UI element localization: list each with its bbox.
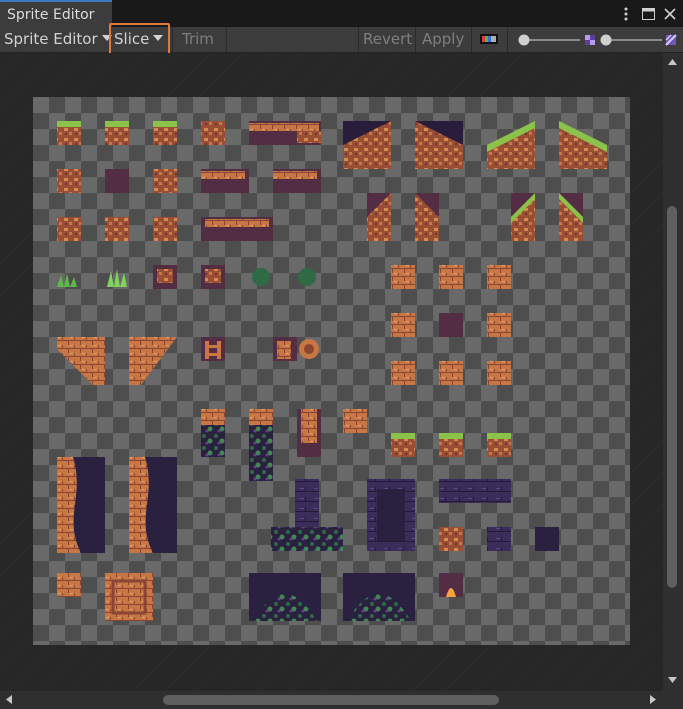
vertical-scrollbar[interactable]	[663, 53, 683, 691]
sprite-editor-toolbar: Sprite Editor Slice Trim Revert Apply	[0, 27, 683, 53]
window-controls	[618, 0, 683, 27]
zoom-slider[interactable]	[514, 30, 679, 50]
tab-sprite-editor[interactable]: Sprite Editor	[0, 0, 112, 27]
mode-dropdown-label: Sprite Editor	[4, 30, 98, 48]
trim-button-label: Trim	[182, 30, 214, 48]
grass-sprites	[57, 269, 127, 287]
horizontal-scrollbar[interactable]	[0, 691, 663, 709]
vertical-scroll-thumb[interactable]	[667, 206, 677, 588]
kebab-menu-icon[interactable]	[618, 6, 634, 22]
toolbar-divider	[507, 27, 508, 52]
revert-button-label: Revert	[363, 30, 413, 48]
revert-button[interactable]: Revert	[363, 27, 412, 52]
scrollbar-corner	[663, 691, 683, 709]
toolbar-divider	[471, 27, 472, 52]
grass-tile-group	[57, 121, 321, 145]
apply-button-label: Apply	[422, 30, 465, 48]
apply-button[interactable]: Apply	[422, 27, 464, 52]
slope-tile-group	[343, 121, 607, 169]
trim-button[interactable]: Trim	[182, 27, 214, 52]
tab-title: Sprite Editor	[7, 7, 95, 23]
toolbar-divider	[358, 27, 359, 52]
mode-dropdown[interactable]: Sprite Editor	[4, 27, 112, 52]
toolbar-divider	[226, 27, 227, 52]
scroll-down-icon[interactable]	[668, 677, 677, 683]
close-icon[interactable]	[662, 6, 678, 22]
mip-level-icon	[585, 35, 595, 45]
window-tab-bar: Sprite Editor	[0, 0, 683, 27]
toolbar-divider	[172, 27, 173, 52]
sprite-sheet-preview[interactable]	[33, 97, 630, 645]
tileset-image	[57, 121, 607, 621]
horizontal-scroll-thumb[interactable]	[163, 695, 499, 705]
scroll-left-icon[interactable]	[6, 695, 12, 704]
alpha-checker-icon	[665, 34, 677, 46]
scroll-right-icon[interactable]	[650, 695, 656, 704]
toolbar-divider	[415, 27, 416, 52]
maximize-icon[interactable]	[640, 6, 656, 22]
scroll-up-icon[interactable]	[668, 59, 677, 65]
sprite-canvas[interactable]	[0, 53, 663, 691]
